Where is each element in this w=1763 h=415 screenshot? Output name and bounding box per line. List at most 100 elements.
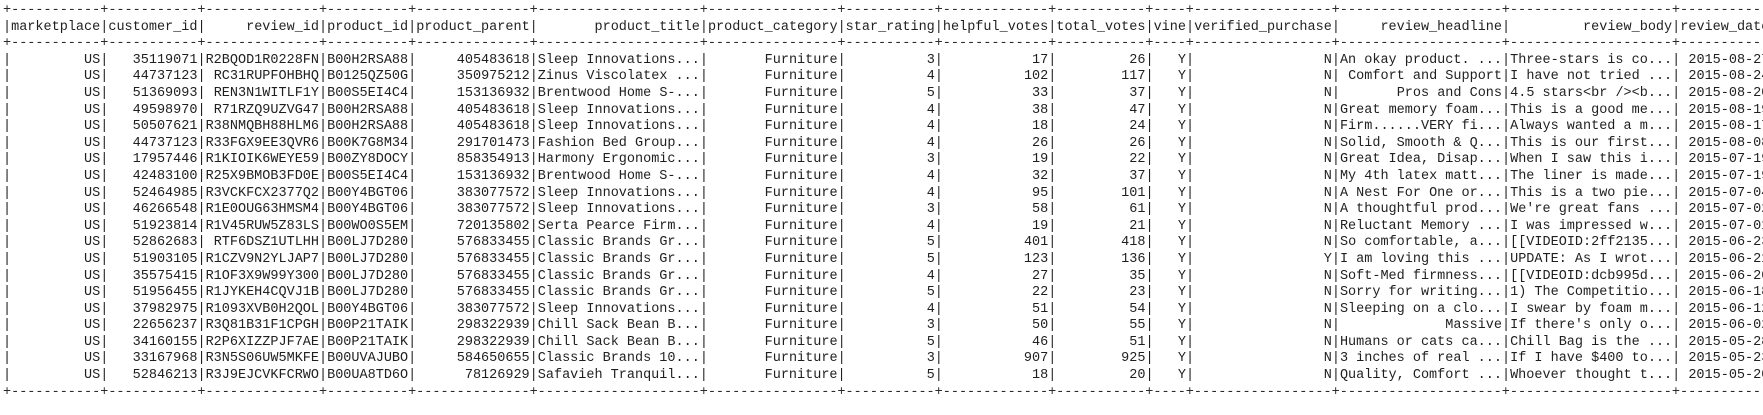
- cell-review-date: 2015-08-27: [1688, 52, 1763, 68]
- cell-product-category: Furniture: [764, 301, 838, 317]
- cell-marketplace: US: [84, 218, 101, 234]
- cell-product-id: B00H2RSA88: [327, 119, 409, 135]
- cell-review-id: R3J9EJCVKFCRWO: [205, 368, 319, 384]
- cell-product-category: Furniture: [764, 168, 838, 184]
- cell-helpful-votes: 26: [1032, 135, 1049, 151]
- cell-vine: Y: [1177, 119, 1186, 135]
- cell-product-category: Furniture: [764, 185, 838, 201]
- cell-helpful-votes: 123: [1023, 251, 1049, 267]
- cell-helpful-votes: 102: [1023, 69, 1049, 85]
- cell-review-date: 2015-06-20: [1688, 268, 1763, 284]
- cell-marketplace: US: [84, 351, 101, 367]
- cell-verified-purchase: Y: [1323, 251, 1332, 267]
- cell-product-parent: 405483618: [456, 102, 530, 118]
- cell-product-title: Safavieh Tranquil...: [537, 368, 700, 384]
- cell-vine: Y: [1177, 168, 1186, 184]
- cell-total-votes: 26: [1129, 135, 1146, 151]
- cell-total-votes: 37: [1129, 168, 1146, 184]
- column-header-marketplace: marketplace: [11, 19, 101, 35]
- column-header-total-votes: total_votes: [1056, 19, 1146, 35]
- cell-product-category: Furniture: [764, 318, 838, 334]
- cell-review-headline: 3 inches of real ...: [1339, 351, 1502, 367]
- cell-product-id: B00H2RSA88: [327, 52, 409, 68]
- cell-marketplace: US: [84, 268, 101, 284]
- cell-vine: Y: [1177, 235, 1187, 251]
- table-row: | US| 44737123|R33FGX9EE3QVR6|B00K7G8M34…: [3, 136, 1763, 153]
- cell-star-rating: 4: [926, 69, 935, 85]
- cell-product-title: Sleep Innovations...: [537, 102, 700, 118]
- cell-product-parent: 584650655: [456, 351, 530, 367]
- cell-verified-purchase: N: [1323, 301, 1332, 317]
- cell-product-category: Furniture: [764, 285, 838, 301]
- cell-product-title: Chill Sack Bean B...: [537, 334, 700, 350]
- cell-star-rating: 3: [926, 202, 935, 218]
- cell-product-category: Furniture: [764, 152, 838, 168]
- cell-helpful-votes: 907: [1023, 351, 1049, 367]
- cell-review-date: 2015-05-28: [1688, 334, 1763, 350]
- cell-star-rating: 3: [926, 351, 935, 367]
- cell-review-id: R1JYKEH4CQVJ1B: [205, 285, 319, 301]
- cell-marketplace: US: [84, 334, 101, 350]
- column-header-vine: vine: [1153, 19, 1186, 35]
- cell-product-category: Furniture: [764, 218, 838, 234]
- cell-review-date: 2015-05-23: [1688, 351, 1763, 367]
- cell-vine: Y: [1177, 268, 1186, 284]
- cell-review-date: 2015-06-02: [1688, 318, 1763, 334]
- cell-review-body: If I have $400 to...: [1510, 351, 1673, 367]
- cell-product-parent: 576833455: [456, 285, 530, 301]
- cell-helpful-votes: 95: [1032, 185, 1049, 201]
- cell-review-id: R2BQOD1R0228FN: [205, 52, 319, 68]
- cell-product-id: B00K7G8M34: [327, 135, 409, 151]
- table-row: | US| 51369093| REN3N1WITLF1Y|B00S5EI4C4…: [3, 86, 1763, 103]
- column-header-review-headline: review_headline: [1380, 19, 1502, 35]
- cell-total-votes: 26: [1129, 52, 1146, 68]
- cell-verified-purchase: N: [1323, 202, 1332, 218]
- cell-star-rating: 4: [926, 301, 935, 317]
- cell-total-votes: 23: [1129, 285, 1146, 301]
- cell-product-id: B00UVAJUBO: [327, 351, 409, 367]
- cell-marketplace: US: [84, 301, 101, 317]
- cell-customer-id: 35575415: [132, 268, 198, 284]
- cell-helpful-votes: 46: [1032, 334, 1049, 350]
- table-row: | US| 22656237|R3Q81B31F1CPGH|B00P21TAIK…: [3, 318, 1763, 335]
- table-row: | US| 51923814|R1V45RUW5Z83LS|B00WO0S5EM…: [3, 219, 1763, 236]
- cell-review-id: R1V45RUW5Z83LS: [205, 218, 319, 234]
- cell-product-parent: 298322939: [456, 334, 530, 350]
- cell-marketplace: US: [84, 318, 101, 334]
- cell-review-headline: I am loving this ...: [1339, 251, 1502, 267]
- cell-total-votes: 55: [1129, 318, 1146, 334]
- cell-customer-id: 52464985: [132, 185, 198, 201]
- cell-review-id: R3Q81B31F1CPGH: [205, 318, 319, 334]
- cell-product-title: Sleep Innovations...: [537, 52, 700, 68]
- cell-total-votes: 24: [1129, 119, 1146, 135]
- cell-total-votes: 37: [1129, 85, 1146, 101]
- cell-vine: Y: [1177, 334, 1186, 350]
- cell-marketplace: US: [84, 235, 101, 251]
- cell-review-body: This is our first...: [1510, 135, 1673, 151]
- cell-star-rating: 4: [926, 218, 935, 234]
- cell-marketplace: US: [84, 152, 101, 168]
- cell-vine: Y: [1177, 52, 1186, 68]
- cell-marketplace: US: [84, 102, 101, 118]
- column-header-product-category: product_category: [707, 19, 838, 35]
- cell-vine: Y: [1177, 152, 1186, 168]
- cell-review-date: 2015-08-24: [1688, 69, 1763, 85]
- cell-product-parent: 291701473: [456, 135, 530, 151]
- cell-product-title: Zinus Viscolatex ...: [537, 69, 700, 85]
- cell-product-parent: 405483618: [456, 52, 530, 68]
- cell-product-title: Serta Pearce Firm...: [537, 218, 700, 234]
- cell-review-date: 2015-06-18: [1688, 285, 1763, 301]
- cell-review-headline: Humans or cats ca...: [1339, 334, 1502, 350]
- cell-helpful-votes: 33: [1032, 85, 1049, 101]
- column-header-helpful-votes: helpful_votes: [942, 19, 1049, 35]
- cell-product-title: Sleep Innovations...: [537, 119, 700, 135]
- cell-verified-purchase: N: [1323, 235, 1332, 251]
- table-row: | US| 37982975|R1093XVB0H2QOL|B00Y4BGT06…: [3, 302, 1763, 319]
- cell-customer-id: 44737123: [132, 69, 198, 85]
- cell-product-parent: 858354913: [456, 152, 530, 168]
- cell-helpful-votes: 18: [1032, 368, 1049, 384]
- cell-total-votes: 117: [1121, 69, 1146, 85]
- cell-product-title: Classic Brands Gr...: [537, 235, 700, 251]
- cell-review-id: R3N5S06UW5MKFE: [205, 351, 319, 367]
- cell-review-headline: A thoughtful prod...: [1339, 202, 1502, 218]
